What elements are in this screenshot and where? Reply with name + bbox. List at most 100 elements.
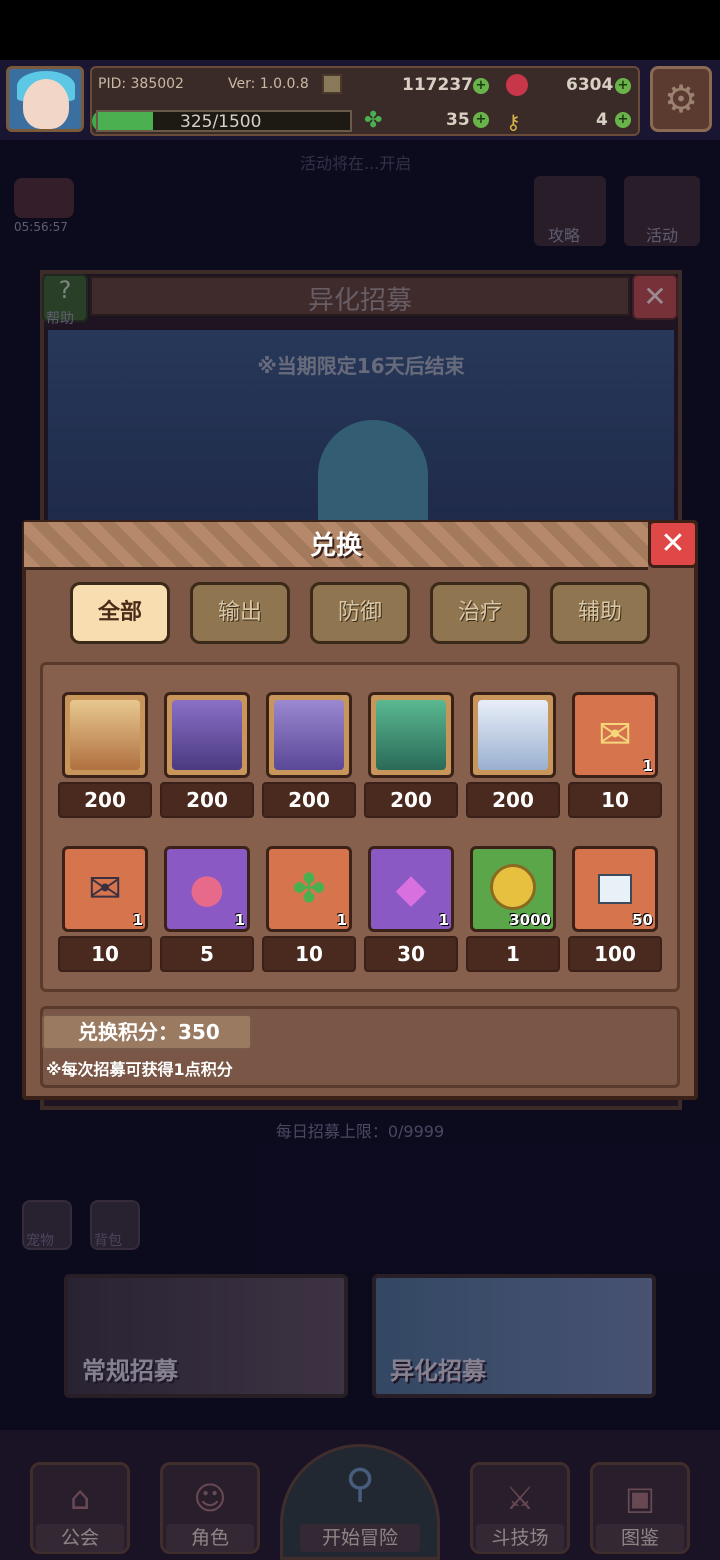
nav-character-label: 角色 bbox=[166, 1524, 254, 1552]
settings-button[interactable]: ⚙ bbox=[650, 66, 712, 132]
add-clover-icon[interactable]: + bbox=[473, 112, 489, 128]
heart-letter-icon: ✉ bbox=[598, 712, 632, 758]
item-price: 10 bbox=[58, 936, 152, 972]
nav-codex-label: 图鉴 bbox=[596, 1524, 684, 1552]
exchange-modal-title: 兑换 bbox=[309, 531, 362, 561]
tab-damage[interactable]: 输出 bbox=[190, 582, 290, 644]
item-qty: 1 bbox=[132, 911, 143, 929]
magnifier-icon: ⚲ bbox=[345, 1461, 375, 1507]
nav-start-label: 开始冒险 bbox=[300, 1524, 420, 1552]
green-hair-hero-portrait bbox=[376, 700, 446, 770]
exchange-item[interactable]: ✉ 1 bbox=[572, 692, 658, 778]
key-count: 4 bbox=[596, 110, 608, 130]
exchange-item[interactable]: ● 1 bbox=[164, 846, 250, 932]
bag-label: 背包 bbox=[94, 1233, 122, 1249]
exchange-item[interactable] bbox=[470, 692, 556, 778]
pet-label: 宠物 bbox=[26, 1233, 54, 1249]
energy-bar-fill bbox=[98, 112, 153, 130]
blonde-hero-portrait bbox=[70, 700, 140, 770]
exchange-item[interactable]: 3000 bbox=[470, 846, 556, 932]
question-icon: ? bbox=[58, 276, 72, 304]
exchange-item[interactable] bbox=[164, 692, 250, 778]
add-gold-icon[interactable]: + bbox=[473, 78, 489, 94]
help-label: 帮助 bbox=[46, 311, 74, 327]
nav-arena-label: 斗技场 bbox=[476, 1524, 564, 1552]
item-price: 1 bbox=[466, 936, 560, 972]
gem-count: 6304 bbox=[566, 75, 614, 95]
exchange-item[interactable] bbox=[62, 692, 148, 778]
purple-hair-hero-portrait bbox=[172, 700, 242, 770]
codex-icon: ▣ bbox=[624, 1479, 656, 1517]
item-qty: 50 bbox=[632, 911, 653, 929]
item-price: 200 bbox=[58, 782, 152, 818]
tab-support[interactable]: 辅助 bbox=[550, 582, 650, 644]
item-price: 5 bbox=[160, 936, 254, 972]
item-price: 30 bbox=[364, 936, 458, 972]
add-gem-icon[interactable]: + bbox=[615, 78, 631, 94]
player-avatar[interactable] bbox=[6, 66, 84, 132]
item-qty: 1 bbox=[438, 911, 449, 929]
exchange-points: 兑换积分：350 bbox=[42, 1014, 252, 1050]
gear-icon: ⚙ bbox=[663, 77, 699, 121]
exchange-item[interactable]: ✉ 1 bbox=[62, 846, 148, 932]
tab-all[interactable]: 全部 bbox=[70, 582, 170, 644]
exchange-item[interactable]: 50 bbox=[572, 846, 658, 932]
close-icon: ✕ bbox=[643, 280, 667, 313]
version-label: Ver: 1.0.0.8 bbox=[228, 76, 309, 92]
nav-guild-label: 公会 bbox=[36, 1524, 124, 1552]
item-qty: 3000 bbox=[509, 911, 551, 929]
exchange-item[interactable] bbox=[266, 692, 352, 778]
daily-limit: 每日招募上限：0/9999 bbox=[275, 1122, 445, 1141]
banner-hero-image bbox=[318, 420, 428, 530]
ruby-icon bbox=[506, 74, 528, 96]
exchange-close-button[interactable]: ✕ bbox=[648, 520, 698, 568]
faded-banner: 活动将在...开启 bbox=[300, 154, 412, 173]
item-price: 10 bbox=[262, 936, 356, 972]
item-qty: 1 bbox=[234, 911, 245, 929]
event-heart-icon[interactable] bbox=[14, 178, 74, 218]
special-recruit-label: 异化招募 bbox=[390, 1357, 486, 1385]
white-hair-hero-portrait bbox=[478, 700, 548, 770]
recruit-close-button[interactable]: ✕ bbox=[632, 274, 678, 320]
item-price: 200 bbox=[262, 782, 356, 818]
guide-label: 攻略 bbox=[548, 226, 581, 245]
purple-crystal-icon: ◆ bbox=[395, 866, 427, 912]
event-timer: 05:56:57 bbox=[14, 220, 68, 234]
special-recruit-banner[interactable]: 异化招募 bbox=[372, 1274, 656, 1398]
close-icon: ✕ bbox=[660, 526, 686, 561]
clover-icon: ✤ bbox=[364, 108, 383, 133]
event-label: 活动 bbox=[646, 226, 679, 245]
item-price: 200 bbox=[364, 782, 458, 818]
key-icon: ⚷ bbox=[506, 110, 521, 134]
recruit-panel-title: 异化招募 bbox=[307, 286, 412, 316]
exchange-item[interactable]: ◆ 1 bbox=[368, 846, 454, 932]
item-price: 200 bbox=[466, 782, 560, 818]
status-bar bbox=[0, 0, 720, 60]
normal-recruit-banner[interactable]: 常规招募 bbox=[64, 1274, 348, 1398]
item-qty: 1 bbox=[336, 911, 347, 929]
clover-count: 35 bbox=[446, 110, 470, 130]
crossed-swords-icon: ⚔ bbox=[505, 1479, 535, 1517]
pink-fruit-icon: ● bbox=[189, 866, 225, 912]
exchange-item[interactable] bbox=[368, 692, 454, 778]
violet-hero-portrait bbox=[274, 700, 344, 770]
item-qty: 1 bbox=[642, 757, 653, 775]
energy-value: 325/1500 bbox=[180, 112, 262, 132]
points-note: ※每次招募可获得1点积分 bbox=[46, 1060, 233, 1079]
guild-building-icon: ⌂ bbox=[69, 1479, 91, 1517]
item-price: 100 bbox=[568, 936, 662, 972]
normal-recruit-label: 常规招募 bbox=[82, 1357, 178, 1385]
gold-count: 117237 bbox=[402, 75, 473, 95]
item-price: 10 bbox=[568, 782, 662, 818]
add-key-icon[interactable]: + bbox=[615, 112, 631, 128]
dark-letter-icon: ✉ bbox=[88, 866, 122, 912]
tab-defense[interactable]: 防御 bbox=[310, 582, 410, 644]
copy-icon[interactable] bbox=[322, 74, 342, 94]
tab-healing[interactable]: 治疗 bbox=[430, 582, 530, 644]
limited-notice: ※当期限定16天后结束 bbox=[257, 354, 465, 378]
player-id: PID: 385002 bbox=[98, 76, 184, 92]
exchange-item[interactable]: ✤ 1 bbox=[266, 846, 352, 932]
four-leaf-clover-icon: ✤ bbox=[292, 866, 326, 912]
item-price: 200 bbox=[160, 782, 254, 818]
character-icon: ☺ bbox=[193, 1479, 227, 1517]
